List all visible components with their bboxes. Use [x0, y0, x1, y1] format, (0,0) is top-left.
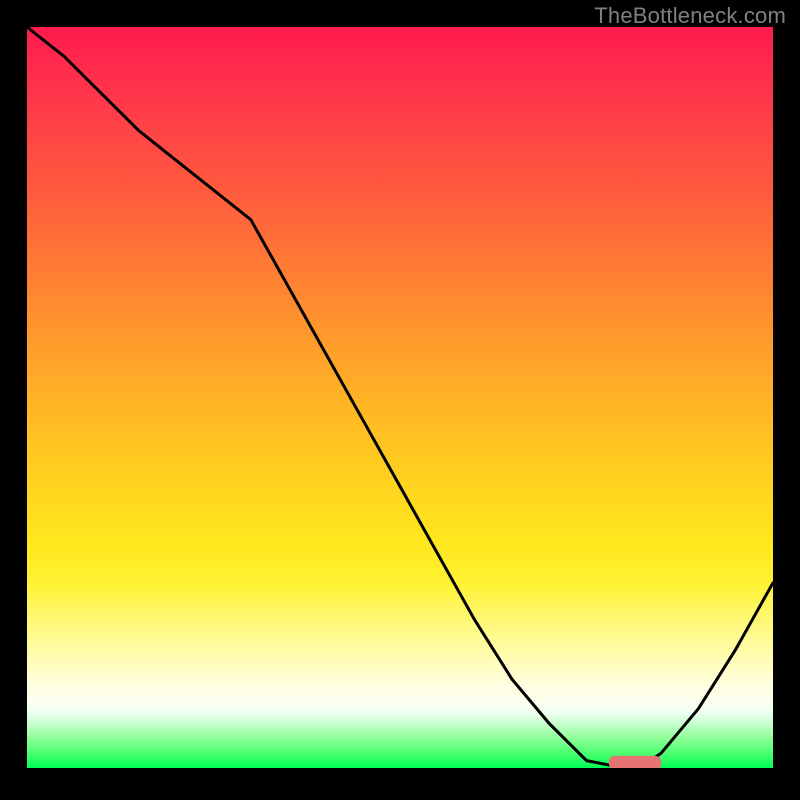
- optimal-marker: [609, 756, 661, 768]
- chart-overlay: [27, 27, 773, 768]
- watermark-text: TheBottleneck.com: [594, 3, 786, 29]
- chart-frame: TheBottleneck.com: [0, 0, 800, 800]
- bottleneck-curve: [27, 27, 773, 768]
